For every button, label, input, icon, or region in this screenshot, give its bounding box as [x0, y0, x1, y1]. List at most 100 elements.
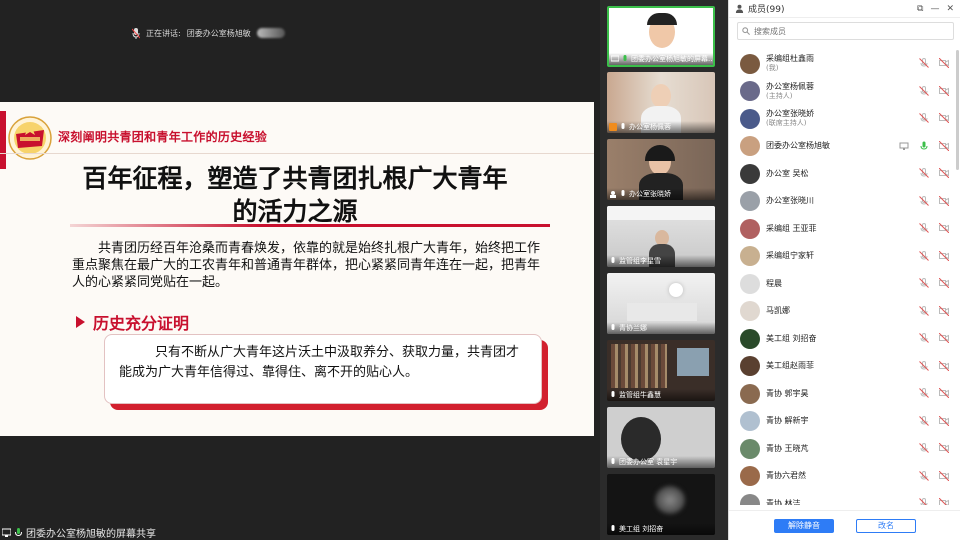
member-row[interactable]: 青协 王晓芃 — [729, 435, 960, 463]
mic-icon — [611, 458, 615, 464]
video-tile[interactable]: 青协兰娜 — [607, 273, 715, 334]
mic-muted-icon[interactable] — [919, 388, 929, 398]
video-tile[interactable]: 监管组牛鑫慧 — [607, 340, 715, 401]
camera-off-icon[interactable] — [939, 223, 949, 233]
member-row[interactable]: 办公室杨佩蓉 (主持人) — [729, 78, 960, 106]
mic-muted-icon[interactable] — [919, 168, 929, 178]
video-tile[interactable]: 团委办公室 袁星宇 — [607, 407, 715, 468]
camera-off-icon[interactable] — [939, 360, 949, 371]
slide-accent-bar — [0, 111, 6, 169]
mic-muted-icon[interactable] — [919, 415, 929, 426]
member-name: 采编组 王亚菲 — [766, 223, 817, 233]
member-row[interactable]: 采编组宁家轩 — [729, 243, 960, 271]
avatar — [740, 328, 760, 349]
camera-off-icon[interactable] — [939, 58, 949, 68]
camera-off-icon[interactable] — [939, 195, 949, 206]
member-status-icons — [919, 388, 949, 398]
member-name: 青协 郭宇昊 — [766, 388, 809, 398]
mic-muted-icon[interactable] — [919, 278, 929, 288]
mic-muted-icon[interactable] — [919, 305, 929, 316]
member-text: 采编组宁家轩 — [766, 251, 814, 261]
member-name: 程晨 — [766, 278, 782, 288]
minimize-icon[interactable]: — — [930, 4, 939, 14]
mic-muted-icon[interactable] — [919, 223, 929, 233]
mic-active-icon[interactable] — [919, 141, 929, 151]
ceiling — [607, 206, 715, 220]
member-text: 青协 郭宇昊 — [766, 389, 809, 399]
screen-share-icon — [899, 142, 909, 150]
member-row[interactable]: 青协 解新宇 — [729, 408, 960, 436]
screen-share-icon — [2, 528, 11, 537]
close-icon[interactable]: ✕ — [946, 4, 954, 14]
member-row[interactable]: 采编组杜鑫雨 (我) — [729, 50, 960, 78]
video-tile[interactable]: 办公室杨佩蓉 — [607, 72, 715, 133]
participant-face — [651, 84, 671, 108]
avatar — [740, 53, 760, 74]
mic-muted-icon[interactable] — [919, 498, 929, 505]
member-row[interactable]: 办公室 吴松 — [729, 160, 960, 188]
mic-muted-icon[interactable] — [919, 250, 929, 261]
panel-header: 成员(99) ⧉ — ✕ — [729, 0, 960, 18]
member-name: 团委办公室杨旭敏 — [766, 141, 830, 151]
mic-muted-icon[interactable] — [919, 58, 929, 68]
camera-off-icon[interactable] — [939, 470, 949, 481]
member-name: 美工组赵雨菲 — [766, 361, 814, 371]
participant-head — [621, 417, 661, 461]
camera-off-icon[interactable] — [939, 388, 949, 398]
member-name: 马凯娜 — [766, 306, 790, 316]
mic-icon — [132, 27, 140, 39]
camera-off-icon[interactable] — [939, 415, 949, 426]
desk — [627, 303, 697, 321]
member-row[interactable]: 青协 郭宇昊 — [729, 380, 960, 408]
camera-off-icon[interactable] — [939, 498, 949, 505]
member-search[interactable] — [737, 22, 954, 40]
member-row[interactable]: 美工组 刘招奋 — [729, 325, 960, 353]
mic-muted-icon[interactable] — [919, 195, 929, 206]
video-tile[interactable]: 团委办公室杨旭敏的屏幕... — [607, 6, 715, 67]
member-text: 马凯娜 — [766, 306, 790, 316]
avatar-hair — [647, 13, 677, 25]
rename-button[interactable]: 改名 — [856, 518, 916, 533]
avatar — [740, 493, 760, 505]
mic-muted-icon[interactable] — [919, 85, 929, 96]
mic-muted-icon[interactable] — [919, 443, 929, 453]
mic-muted-icon[interactable] — [919, 470, 929, 481]
member-row[interactable]: 办公室张晓娇 (联席主持人) — [729, 105, 960, 133]
member-list: 采编组杜鑫雨 (我) 办公室杨佩蓉 (主持人) 办公室张晓娇 (联席主持人) 团委办公室杨旭… — [729, 50, 960, 505]
camera-off-icon[interactable] — [939, 85, 949, 96]
member-row[interactable]: 美工组赵雨菲 — [729, 353, 960, 381]
camera-off-icon[interactable] — [939, 305, 949, 316]
panel-footer: 解除静音 改名 — [729, 510, 960, 540]
member-list-scrollbar[interactable] — [956, 50, 959, 170]
camera-off-icon[interactable] — [939, 113, 949, 123]
mic-muted-icon[interactable] — [919, 360, 929, 371]
camera-off-icon[interactable] — [939, 278, 949, 288]
member-row[interactable]: 程晨 — [729, 270, 960, 298]
avatar — [740, 191, 760, 212]
member-row[interactable]: 采编组 王亚菲 — [729, 215, 960, 243]
mic-muted-icon[interactable] — [919, 333, 929, 343]
member-row[interactable]: 团委办公室杨旭敏 — [729, 133, 960, 161]
camera-off-icon[interactable] — [939, 250, 949, 261]
member-row[interactable]: 青协 林洁 — [729, 490, 960, 505]
video-tile[interactable]: 办公室张晓娇 — [607, 139, 715, 200]
camera-off-icon[interactable] — [939, 168, 949, 178]
video-tile[interactable]: 美工组 刘招奋 — [607, 474, 715, 535]
search-input[interactable] — [754, 26, 934, 36]
camera-off-icon[interactable] — [939, 333, 949, 343]
popout-icon[interactable]: ⧉ — [917, 4, 923, 14]
avatar — [740, 411, 760, 432]
camera-off-icon[interactable] — [939, 140, 949, 151]
member-row[interactable]: 办公室张晓川 — [729, 188, 960, 216]
screen-share-icon — [611, 55, 619, 62]
camera-off-icon[interactable] — [939, 443, 949, 453]
unmute-all-button[interactable]: 解除静音 — [774, 518, 834, 533]
member-name: 青协 林洁 — [766, 498, 801, 505]
member-row[interactable]: 马凯娜 — [729, 298, 960, 326]
share-footer: 团委办公室杨旭敏的屏幕共享 — [0, 524, 156, 540]
video-tile[interactable]: 监管组李星雪 — [607, 206, 715, 267]
mic-muted-icon[interactable] — [919, 113, 929, 123]
member-status-icons — [919, 58, 949, 68]
member-row[interactable]: 青协六君然 — [729, 463, 960, 491]
member-status-icons — [919, 113, 949, 123]
